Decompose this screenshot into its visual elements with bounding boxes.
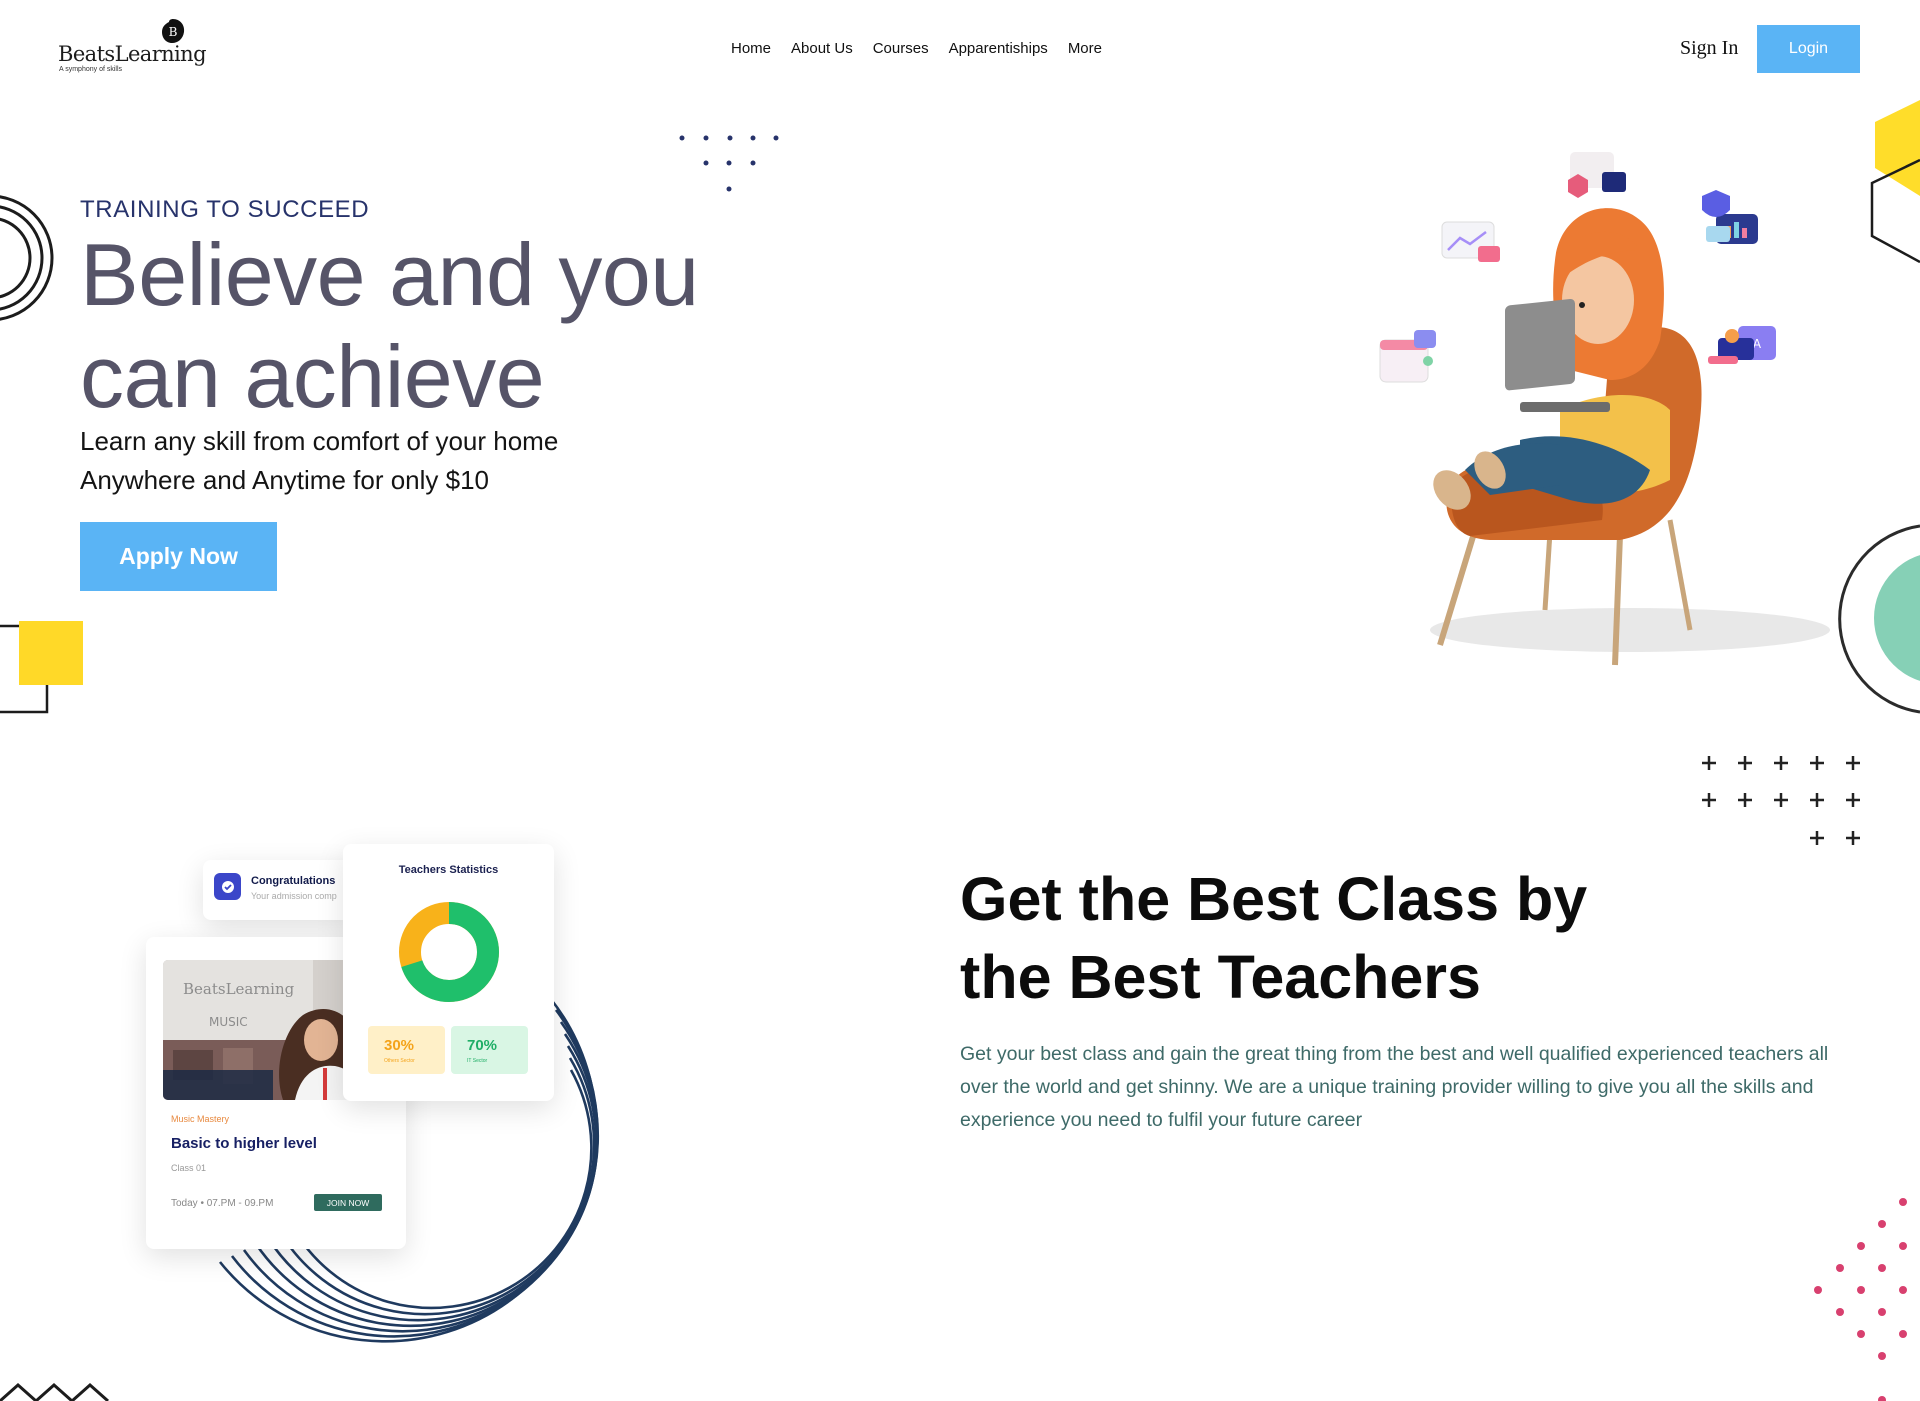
apply-now-button[interactable]: Apply Now	[80, 522, 277, 591]
hero-eyebrow: TRAINING TO SUCCEED	[80, 196, 370, 223]
section-heading-line2: the Best Teachers	[960, 943, 1481, 1011]
photo-sign-text: MUSIC	[209, 1015, 248, 1029]
hero-headline: Believe and you can achieve	[80, 224, 820, 428]
stat-others-label: Others Sector	[384, 1058, 415, 1064]
floating-shield-chart-icon	[1702, 190, 1758, 244]
stat-others-value: 30%	[384, 1037, 415, 1054]
floating-calendar-icon	[1379, 330, 1436, 383]
plus-pattern	[1702, 756, 1860, 845]
floating-chart-card-icon	[1441, 221, 1500, 262]
hero-illustration: A	[1379, 152, 1830, 666]
congratulations-text: Your admission comp	[251, 891, 337, 901]
congratulations-card: Congratulations Your admission comp	[203, 860, 353, 920]
stat-it-value: 70%	[467, 1037, 498, 1054]
check-badge-icon	[214, 873, 241, 900]
congratulations-title: Congratulations	[251, 875, 336, 887]
hero-headline-line1: Believe and you	[80, 225, 699, 324]
floating-id-card-icon	[1568, 152, 1626, 198]
hero-subtitle-line1: Learn any skill from comfort of your hom…	[80, 426, 559, 456]
stats-title: Teachers Statistics	[398, 864, 499, 876]
photo-brand-text: BeatsLearning	[183, 980, 295, 998]
yellow-hexagon	[1875, 100, 1920, 196]
section-heading-line1: Get the Best Class by	[960, 865, 1588, 933]
floating-palette-icon: A	[1708, 326, 1776, 364]
stat-it-box: 70% IT Sector	[451, 1026, 528, 1074]
zigzag-decoration	[0, 1382, 109, 1401]
course-class: Class 01	[171, 1163, 207, 1173]
stat-it-label: IT Sector	[467, 1058, 488, 1064]
section-body: Get your best class and gain the great t…	[960, 1043, 1829, 1131]
teachers-statistics-card: Teachers Statistics 30% Others Sector 70…	[343, 844, 554, 1101]
hero-headline-line2: can achieve	[80, 327, 545, 426]
dot-pattern-top	[679, 135, 779, 192]
yellow-square	[19, 621, 83, 685]
pink-dot-pattern	[1814, 1198, 1907, 1401]
course-time: Today • 07.PM - 09.PM	[171, 1198, 274, 1209]
section-heading: Get the Best Class by the Best Teachers	[960, 860, 1720, 1016]
course-title: Basic to higher level	[171, 1135, 317, 1152]
svg-text:A: A	[1753, 337, 1762, 351]
hero-subtitle-line2: Anywhere and Anytime for only $10	[80, 465, 490, 495]
stat-others-box: 30% Others Sector	[368, 1026, 445, 1074]
join-now-button[interactable]: JOIN NOW	[314, 1194, 382, 1211]
teal-circle	[1874, 555, 1920, 681]
course-tag: Music Mastery	[171, 1114, 230, 1124]
stats-donut-chart	[399, 902, 499, 1002]
left-circle-decoration	[0, 195, 54, 321]
